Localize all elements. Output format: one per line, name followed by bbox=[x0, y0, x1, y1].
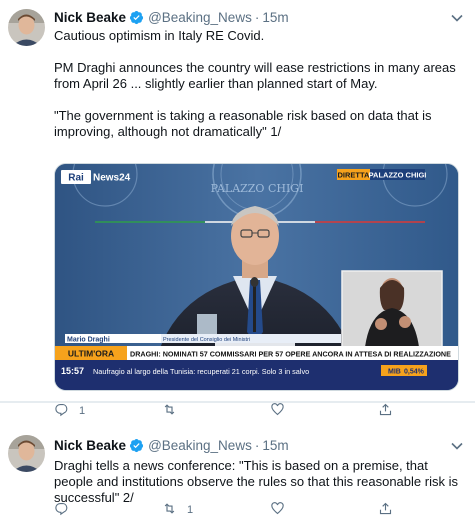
reply-icon bbox=[54, 501, 69, 518]
tweet-text: Draghi tells a news conference: "This is… bbox=[54, 458, 463, 506]
chevron-down-icon[interactable] bbox=[449, 438, 465, 454]
channel-suffix: News24 bbox=[93, 173, 131, 184]
retweet-count: 1 bbox=[187, 504, 194, 516]
location-label: PALAZZO CHIGI bbox=[369, 171, 427, 180]
author-name[interactable]: Nick Beake bbox=[54, 438, 126, 453]
like-button[interactable] bbox=[270, 501, 378, 518]
ticker-headline: DRAGHI: NOMINATI 57 COMMISSARI PER 57 OP… bbox=[130, 350, 451, 359]
tweet-text-line: Cautious optimism in Italy RE Covid. bbox=[54, 28, 265, 43]
ticker-news: Naufragio al largo della Tunisia: recupe… bbox=[93, 367, 309, 376]
share-icon bbox=[378, 501, 393, 518]
speaker-role: Presidente del Consiglio dei Ministri bbox=[163, 337, 250, 343]
tweet[interactable]: Nick Beake @Beaking_News · 15m Cautious … bbox=[0, 0, 475, 402]
author-handle[interactable]: @Beaking_News bbox=[148, 10, 252, 25]
tweet-header: Nick Beake @Beaking_News · 15m bbox=[54, 8, 289, 26]
retweet-icon bbox=[162, 501, 177, 518]
speaker-name: Mario Draghi bbox=[67, 337, 110, 344]
seal-text: PALAZZO CHIGI bbox=[211, 182, 304, 195]
clock: 15:57 bbox=[61, 366, 84, 376]
market-label: MIB bbox=[388, 369, 401, 376]
tweet-header: Nick Beake @Beaking_News · 15m bbox=[54, 436, 289, 454]
author-name[interactable]: Nick Beake bbox=[54, 10, 126, 25]
tweet-actions: 1 bbox=[54, 501, 475, 518]
separator-dot: · bbox=[254, 437, 260, 453]
tweet-media-image[interactable]: PALAZZO CHIGI Rai News24 DIRETTA PALAZZO… bbox=[54, 163, 459, 391]
market-value: 0,54% bbox=[404, 369, 425, 376]
avatar[interactable] bbox=[8, 9, 45, 46]
chevron-down-icon[interactable] bbox=[449, 10, 465, 26]
tweet-text-line: "The government is taking a reasonable r… bbox=[54, 108, 432, 139]
verified-badge-icon bbox=[129, 10, 144, 25]
like-icon bbox=[270, 501, 285, 518]
channel-logo: Rai bbox=[68, 173, 84, 184]
tweet-text-line: PM Draghi announces the country will eas… bbox=[54, 60, 456, 91]
retweet-button[interactable]: 1 bbox=[162, 501, 270, 518]
ticker-tag: ULTIM'ORA bbox=[68, 349, 114, 359]
tweet-text-line: Draghi tells a news conference: "This is… bbox=[54, 458, 458, 505]
tweet-text: Cautious optimism in Italy RE Covid. PM … bbox=[54, 28, 463, 140]
author-handle[interactable]: @Beaking_News bbox=[148, 438, 252, 453]
avatar[interactable] bbox=[8, 435, 45, 472]
share-button[interactable] bbox=[378, 501, 475, 518]
separator-dot: · bbox=[254, 9, 260, 25]
tweet-timestamp[interactable]: 15m bbox=[262, 438, 288, 453]
tweet[interactable]: Nick Beake @Beaking_News · 15m Draghi te… bbox=[0, 402, 475, 518]
verified-badge-icon bbox=[129, 438, 144, 453]
reply-button[interactable] bbox=[54, 501, 162, 518]
tweet-timestamp[interactable]: 15m bbox=[262, 10, 288, 25]
live-label: DIRETTA bbox=[338, 171, 371, 180]
